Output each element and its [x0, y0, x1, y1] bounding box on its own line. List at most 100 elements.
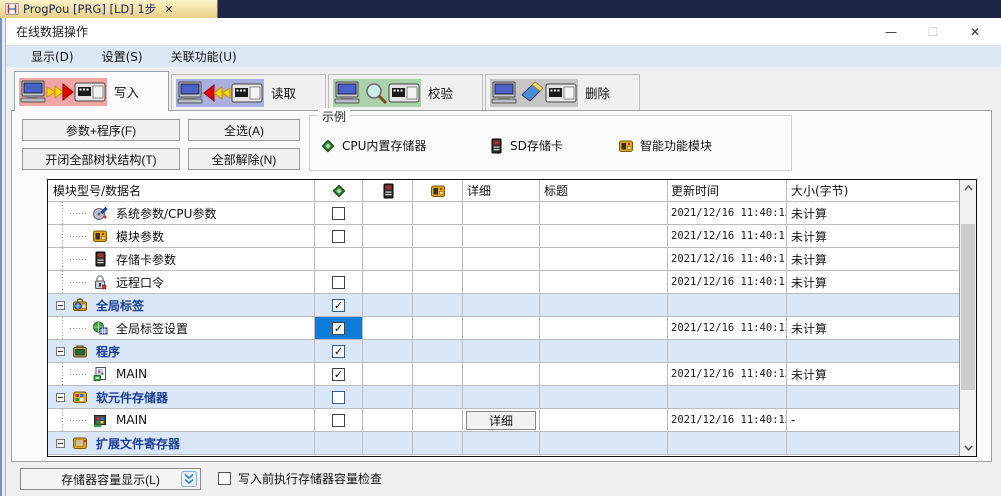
- sd-card-cell: [363, 271, 413, 293]
- row-label: 存储卡参数: [116, 251, 176, 268]
- tab-delete[interactable]: 删除: [485, 74, 640, 110]
- updated-cell: [668, 432, 787, 454]
- row-name-cell[interactable]: 软元件存储器: [48, 386, 315, 408]
- row-checkbox[interactable]: [332, 207, 345, 220]
- detail-cell: [463, 294, 540, 316]
- scroll-up-icon[interactable]: [960, 180, 976, 196]
- menu-display[interactable]: 显示(D): [21, 46, 84, 67]
- sd-card-icon: [380, 183, 396, 199]
- cpu-memory-cell: [315, 225, 363, 247]
- table-header-row: 模块型号/数据名 详细 标题 更新时间 大小(字节): [48, 180, 959, 202]
- data-table: 模块型号/数据名 详细 标题 更新时间 大小(字节) 系统参数/CPU参数 202…: [47, 179, 977, 457]
- scroll-down-icon[interactable]: [960, 440, 976, 456]
- menubar: 显示(D) 设置(S) 关联功能(U): [6, 45, 1001, 68]
- module-cell: [413, 271, 463, 293]
- updated-cell: [668, 294, 787, 316]
- row-name-cell[interactable]: MAIN: [48, 363, 315, 385]
- sd-card-cell: [363, 432, 413, 454]
- cpu-memory-cell: [315, 409, 363, 431]
- cpu-memory-cell: [315, 202, 363, 224]
- row-name-cell[interactable]: MAIN: [48, 409, 315, 431]
- detail-button[interactable]: 详细: [466, 411, 536, 430]
- deselect-all-button[interactable]: 全部解除(N): [188, 148, 300, 170]
- updated-cell: 2021/12/16 11:40:11: [668, 271, 787, 293]
- minimize-button[interactable]: —: [870, 18, 912, 45]
- size-cell: [787, 294, 959, 316]
- module-cell: [413, 248, 463, 270]
- header-sd-card-column: [363, 180, 413, 201]
- row-name-cell[interactable]: 程序: [48, 340, 315, 362]
- row-checkbox[interactable]: [332, 391, 345, 404]
- capacity-check-checkbox[interactable]: [218, 472, 231, 485]
- menu-settings[interactable]: 设置(S): [92, 46, 153, 67]
- intelligent-module-icon: [430, 183, 446, 199]
- detail-cell: 详细: [463, 409, 540, 431]
- collapse-toggle-icon[interactable]: [56, 347, 65, 356]
- row-name-cell[interactable]: 扩展文件寄存器: [48, 432, 315, 454]
- row-name-cell[interactable]: 全局标签: [48, 294, 315, 316]
- row-label: 全局标签设置: [116, 320, 188, 337]
- data-grid: 模块型号/数据名 详细 标题 更新时间 大小(字节) 系统参数/CPU参数 202…: [48, 180, 959, 456]
- document-tab-close-icon[interactable]: ✕: [164, 3, 173, 16]
- row-checkbox[interactable]: ✓: [332, 322, 345, 335]
- parameter-program-button[interactable]: 参数+程序(F): [22, 119, 180, 141]
- row-name-cell[interactable]: 全局标签设置: [48, 317, 315, 339]
- legend-label: SD存储卡: [510, 137, 563, 154]
- system-param-icon: [92, 205, 108, 221]
- row-name-cell[interactable]: 存储卡参数: [48, 248, 315, 270]
- tab-label: 删除: [585, 83, 610, 102]
- row-checkbox[interactable]: ✓: [332, 299, 345, 312]
- vertical-scrollbar[interactable]: [959, 180, 976, 456]
- legend-item-intelligent-module: 智能功能模块: [618, 137, 712, 154]
- updated-cell: 2021/12/16 11:40:11: [668, 248, 787, 270]
- verify-icon: [333, 79, 421, 107]
- row-label: 全局标签: [96, 297, 144, 314]
- row-checkbox[interactable]: ✓: [332, 368, 345, 381]
- collapse-toggle-icon[interactable]: [56, 439, 65, 448]
- cpu-memory-cell: [315, 386, 363, 408]
- tab-read[interactable]: 读取: [171, 74, 326, 110]
- sd-card-cell: [363, 386, 413, 408]
- row-checkbox[interactable]: ✓: [332, 345, 345, 358]
- document-tab[interactable]: ProgPou [PRG] [LD] 1步 ✕: [0, 0, 218, 18]
- detail-cell: [463, 340, 540, 362]
- global-label-setting-icon: [92, 320, 108, 336]
- menu-related-functions[interactable]: 关联功能(U): [161, 46, 247, 67]
- toggle-tree-button[interactable]: 开闭全部树状结构(T): [22, 148, 180, 170]
- title-cell: [540, 409, 668, 431]
- select-all-button[interactable]: 全选(A): [188, 119, 300, 141]
- header-title: 标题: [540, 180, 668, 201]
- row-label: 远程口令: [116, 274, 164, 291]
- cpu-memory-cell: [315, 432, 363, 454]
- row-checkbox[interactable]: [332, 414, 345, 427]
- module-cell: [413, 386, 463, 408]
- detail-cell: [463, 202, 540, 224]
- row-name-cell[interactable]: 模块参数: [48, 225, 315, 247]
- table-row: 全局标签设置✓2021/12/16 11:40:13未计算: [48, 317, 959, 340]
- title-cell: [540, 248, 668, 270]
- row-name-cell[interactable]: 远程口令: [48, 271, 315, 293]
- detail-cell: [463, 271, 540, 293]
- title-cell: [540, 294, 668, 316]
- updated-cell: 2021/12/16 11:40:11: [668, 225, 787, 247]
- close-button[interactable]: ✕: [954, 18, 996, 45]
- capacity-check-label: 写入前执行存储器容量检查: [238, 470, 382, 487]
- table-row: 软元件存储器: [48, 386, 959, 409]
- tab-write[interactable]: 写入: [14, 71, 169, 111]
- module-cell: [413, 294, 463, 316]
- memory-capacity-display-button[interactable]: 存储器容量显示(L): [20, 468, 201, 490]
- collapse-toggle-icon[interactable]: [56, 301, 65, 310]
- updated-cell: 2021/12/16 11:40:13: [668, 363, 787, 385]
- updated-cell: 2021/12/16 11:40:13: [668, 409, 787, 431]
- size-cell: -: [787, 409, 959, 431]
- module-cell: [413, 202, 463, 224]
- tab-verify[interactable]: 校验: [328, 74, 483, 110]
- tree-lines: [48, 202, 92, 224]
- module-cell: [413, 340, 463, 362]
- title-cell: [540, 386, 668, 408]
- row-checkbox[interactable]: [332, 276, 345, 289]
- row-checkbox[interactable]: [332, 230, 345, 243]
- collapse-toggle-icon[interactable]: [56, 393, 65, 402]
- row-name-cell[interactable]: 系统参数/CPU参数: [48, 202, 315, 224]
- scrollbar-thumb[interactable]: [961, 224, 975, 390]
